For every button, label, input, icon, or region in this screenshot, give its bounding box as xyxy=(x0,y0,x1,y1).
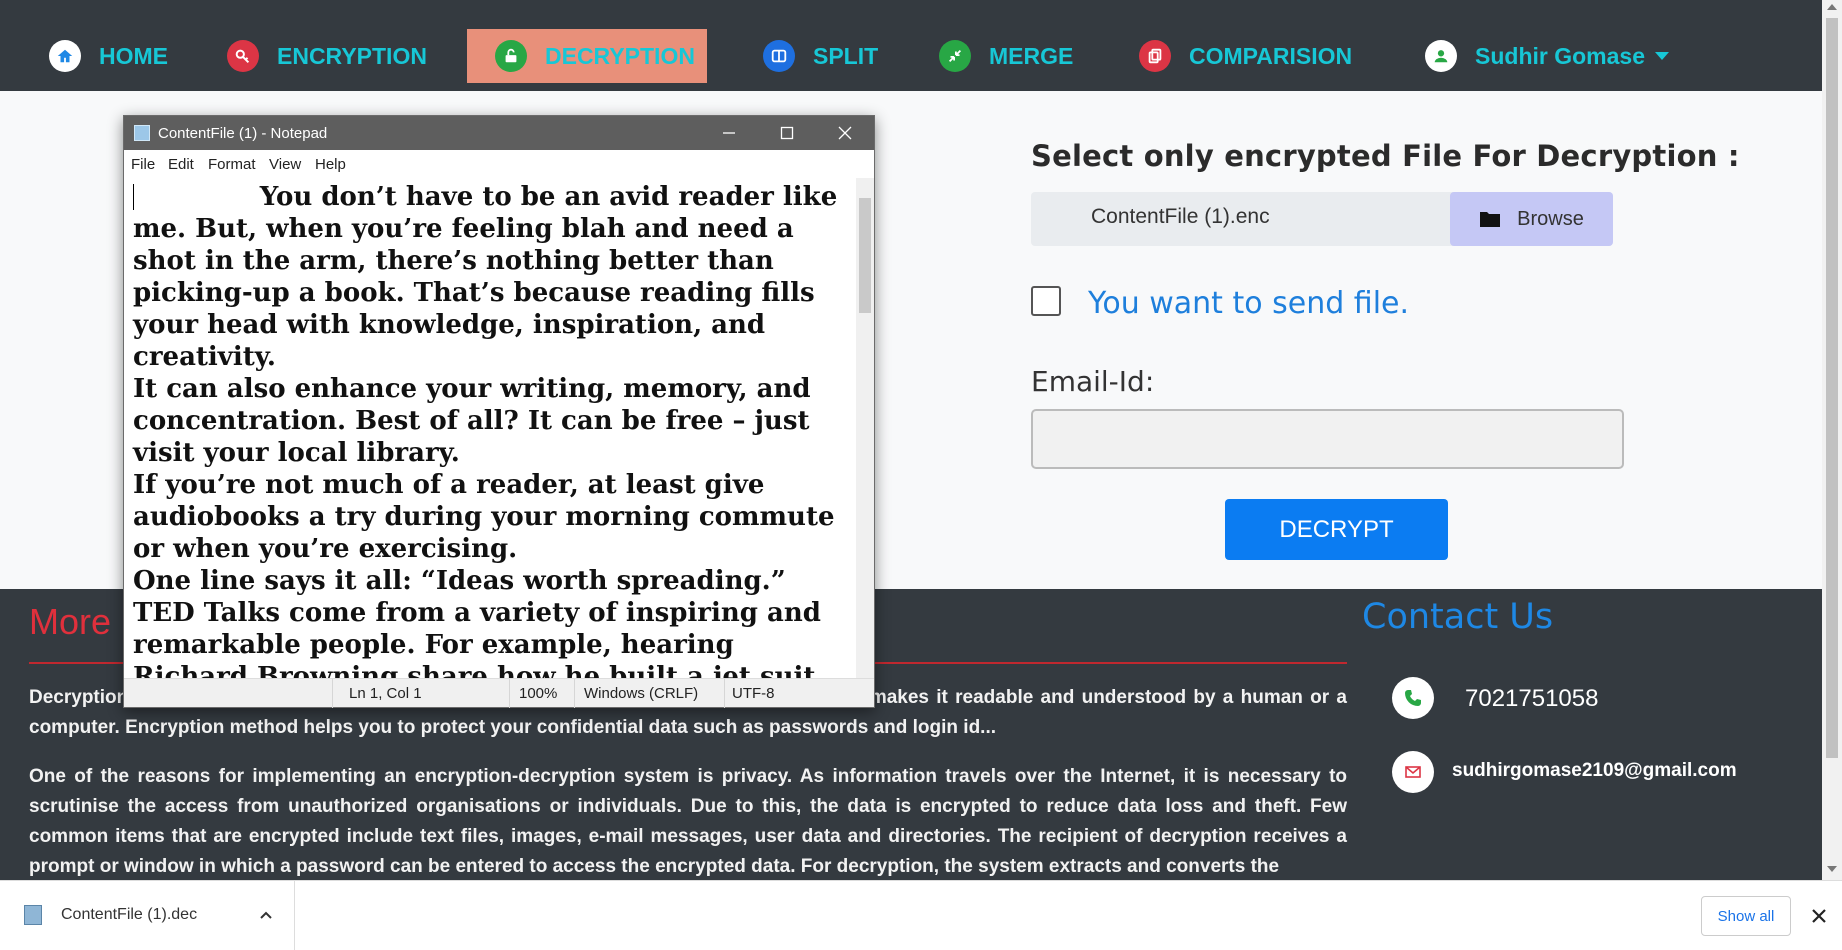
mail-icon xyxy=(1392,751,1434,793)
minimize-icon xyxy=(723,132,735,134)
menu-help[interactable]: Help xyxy=(315,156,346,173)
info-paragraph-2: One of the reasons for implementing an e… xyxy=(29,766,1347,877)
browse-button[interactable]: Browse xyxy=(1450,192,1613,246)
status-separator xyxy=(509,679,510,708)
unlock-icon xyxy=(495,40,527,72)
user-name: Sudhir Gomase xyxy=(1475,42,1645,69)
browse-label: Browse xyxy=(1517,207,1584,230)
nav-merge-label: MERGE xyxy=(989,42,1074,69)
contact-phone: 7021751058 xyxy=(1465,685,1599,712)
notepad-scrollbar-thumb[interactable] xyxy=(859,198,871,313)
nav-merge[interactable]: MERGE xyxy=(939,29,1073,83)
selected-file-name: ContentFile (1).enc xyxy=(1091,205,1270,228)
more-title: More xyxy=(29,601,112,642)
download-item[interactable]: ContentFile (1).dec xyxy=(0,881,295,950)
notepad-icon xyxy=(134,125,150,141)
phone-icon xyxy=(1392,677,1434,719)
nav-decryption[interactable]: DECRYPTION xyxy=(467,29,707,83)
minimize-button[interactable] xyxy=(700,116,758,150)
nav-decryption-label: DECRYPTION xyxy=(545,42,695,69)
close-icon[interactable] xyxy=(1808,905,1830,927)
close-icon xyxy=(838,126,852,140)
notepad-statusbar: Ln 1, Col 1 100% Windows (CRLF) UTF-8 xyxy=(124,678,874,708)
status-zoom: 100% xyxy=(519,685,558,702)
send-file-label[interactable]: You want to send file. xyxy=(1088,286,1409,321)
status-separator xyxy=(332,679,333,708)
nav-comparision-label: COMPARISION xyxy=(1189,42,1353,69)
status-separator xyxy=(724,679,725,708)
scroll-down-arrow-icon[interactable] xyxy=(1827,866,1837,872)
notepad-menubar: File Edit Format View Help xyxy=(124,150,874,178)
status-line-ending: Windows (CRLF) xyxy=(584,685,699,702)
menu-format[interactable]: Format xyxy=(208,156,256,173)
scroll-up-arrow-icon[interactable] xyxy=(1827,4,1837,10)
download-file-name: ContentFile (1).dec xyxy=(61,906,198,923)
nav-home[interactable]: HOME xyxy=(49,29,168,83)
nav-split-label: SPLIT xyxy=(813,42,879,69)
close-button[interactable] xyxy=(816,116,874,150)
notepad-titlebar[interactable]: ContentFile (1) - Notepad xyxy=(124,116,874,150)
email-field[interactable] xyxy=(1031,409,1624,469)
contact-title: Contact Us xyxy=(1362,597,1554,637)
file-input[interactable]: ContentFile (1).enc Browse xyxy=(1031,192,1613,246)
user-dropdown[interactable]: Sudhir Gomase xyxy=(1425,29,1669,83)
menu-view[interactable]: View xyxy=(269,156,301,173)
nav-encryption-label: ENCRYPTION xyxy=(277,42,427,69)
maximize-button[interactable] xyxy=(758,116,816,150)
notepad-text-area[interactable]: You don’t have to be an avid reader like… xyxy=(124,178,856,678)
file-icon xyxy=(24,905,42,925)
text-cursor xyxy=(133,184,134,210)
status-position: Ln 1, Col 1 xyxy=(349,685,422,702)
notepad-scrollbar[interactable] xyxy=(856,178,874,678)
scrollbar-thumb[interactable] xyxy=(1826,18,1838,758)
top-navbar: HOME ENCRYPTION DECRYPTION SPLIT MERGE C… xyxy=(0,0,1822,91)
menu-edit[interactable]: Edit xyxy=(168,156,194,173)
menu-file[interactable]: File xyxy=(131,156,155,173)
status-encoding: UTF-8 xyxy=(732,685,775,702)
folder-icon xyxy=(1480,212,1501,227)
nav-encryption[interactable]: ENCRYPTION xyxy=(227,29,427,83)
notepad-content: You don’t have to be an avid reader like… xyxy=(133,182,838,678)
compare-copy-icon xyxy=(1139,40,1171,72)
user-icon xyxy=(1425,40,1457,72)
send-file-checkbox[interactable] xyxy=(1031,286,1061,316)
notepad-title: ContentFile (1) - Notepad xyxy=(158,125,328,142)
nav-split[interactable]: SPLIT xyxy=(763,29,878,83)
contact-email: sudhirgomase2109@gmail.com xyxy=(1452,760,1737,781)
status-separator xyxy=(574,679,575,708)
download-bar: ContentFile (1).dec Show all xyxy=(0,880,1842,950)
merge-arrows-icon xyxy=(939,40,971,72)
chevron-down-icon xyxy=(1654,52,1669,60)
key-icon xyxy=(227,40,259,72)
nav-home-label: HOME xyxy=(99,42,168,69)
notepad-window: ContentFile (1) - Notepad File Edit Form… xyxy=(123,115,875,708)
home-icon xyxy=(49,40,81,72)
maximize-icon xyxy=(780,126,794,140)
page-scrollbar[interactable] xyxy=(1822,0,1842,880)
nav-comparision[interactable]: COMPARISION xyxy=(1139,29,1352,83)
show-all-button[interactable]: Show all xyxy=(1701,896,1791,936)
decrypt-button[interactable]: DECRYPT xyxy=(1225,499,1448,560)
chevron-up-icon[interactable] xyxy=(258,907,274,923)
email-label: Email-Id: xyxy=(1031,365,1155,398)
split-columns-icon xyxy=(763,40,795,72)
form-title: Select only encrypted File For Decryptio… xyxy=(1031,139,1740,173)
